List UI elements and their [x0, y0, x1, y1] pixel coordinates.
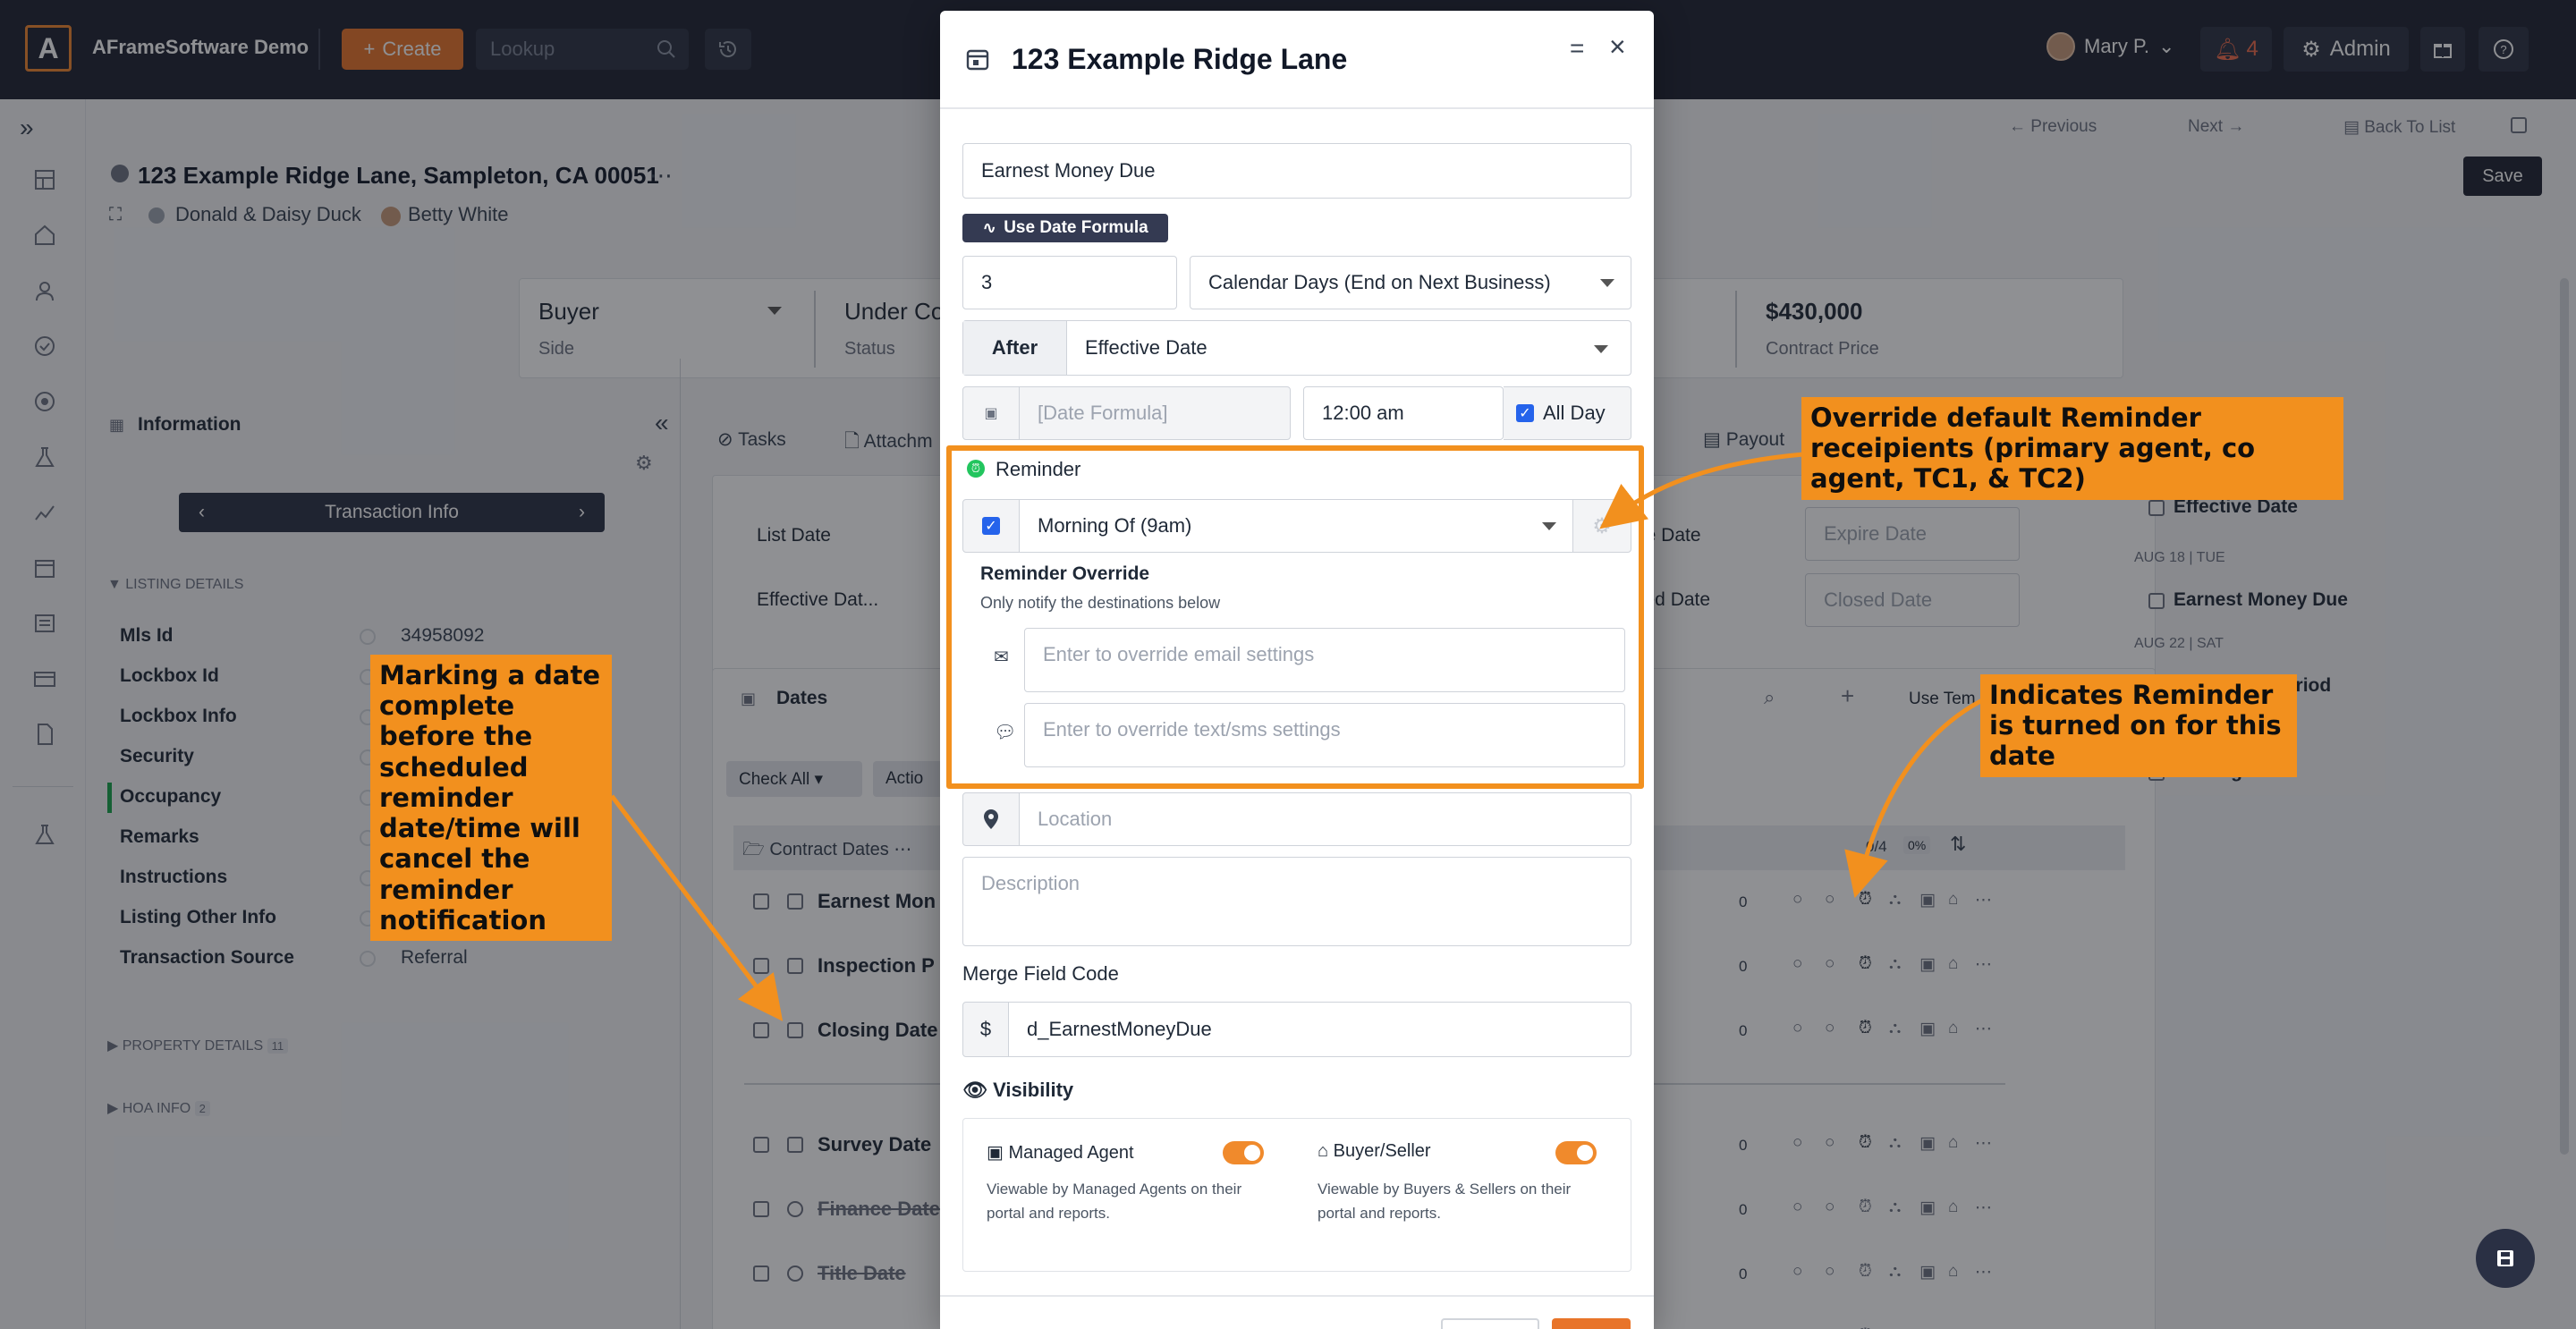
- indicator-arrow: [1844, 695, 1989, 899]
- marking-arrow: [610, 794, 784, 1021]
- floating-save-button[interactable]: [2476, 1229, 2535, 1288]
- override-arrow: [1599, 452, 1804, 529]
- save-disk-icon: [2496, 1249, 2515, 1268]
- callout-arrows: [610, 452, 1989, 1021]
